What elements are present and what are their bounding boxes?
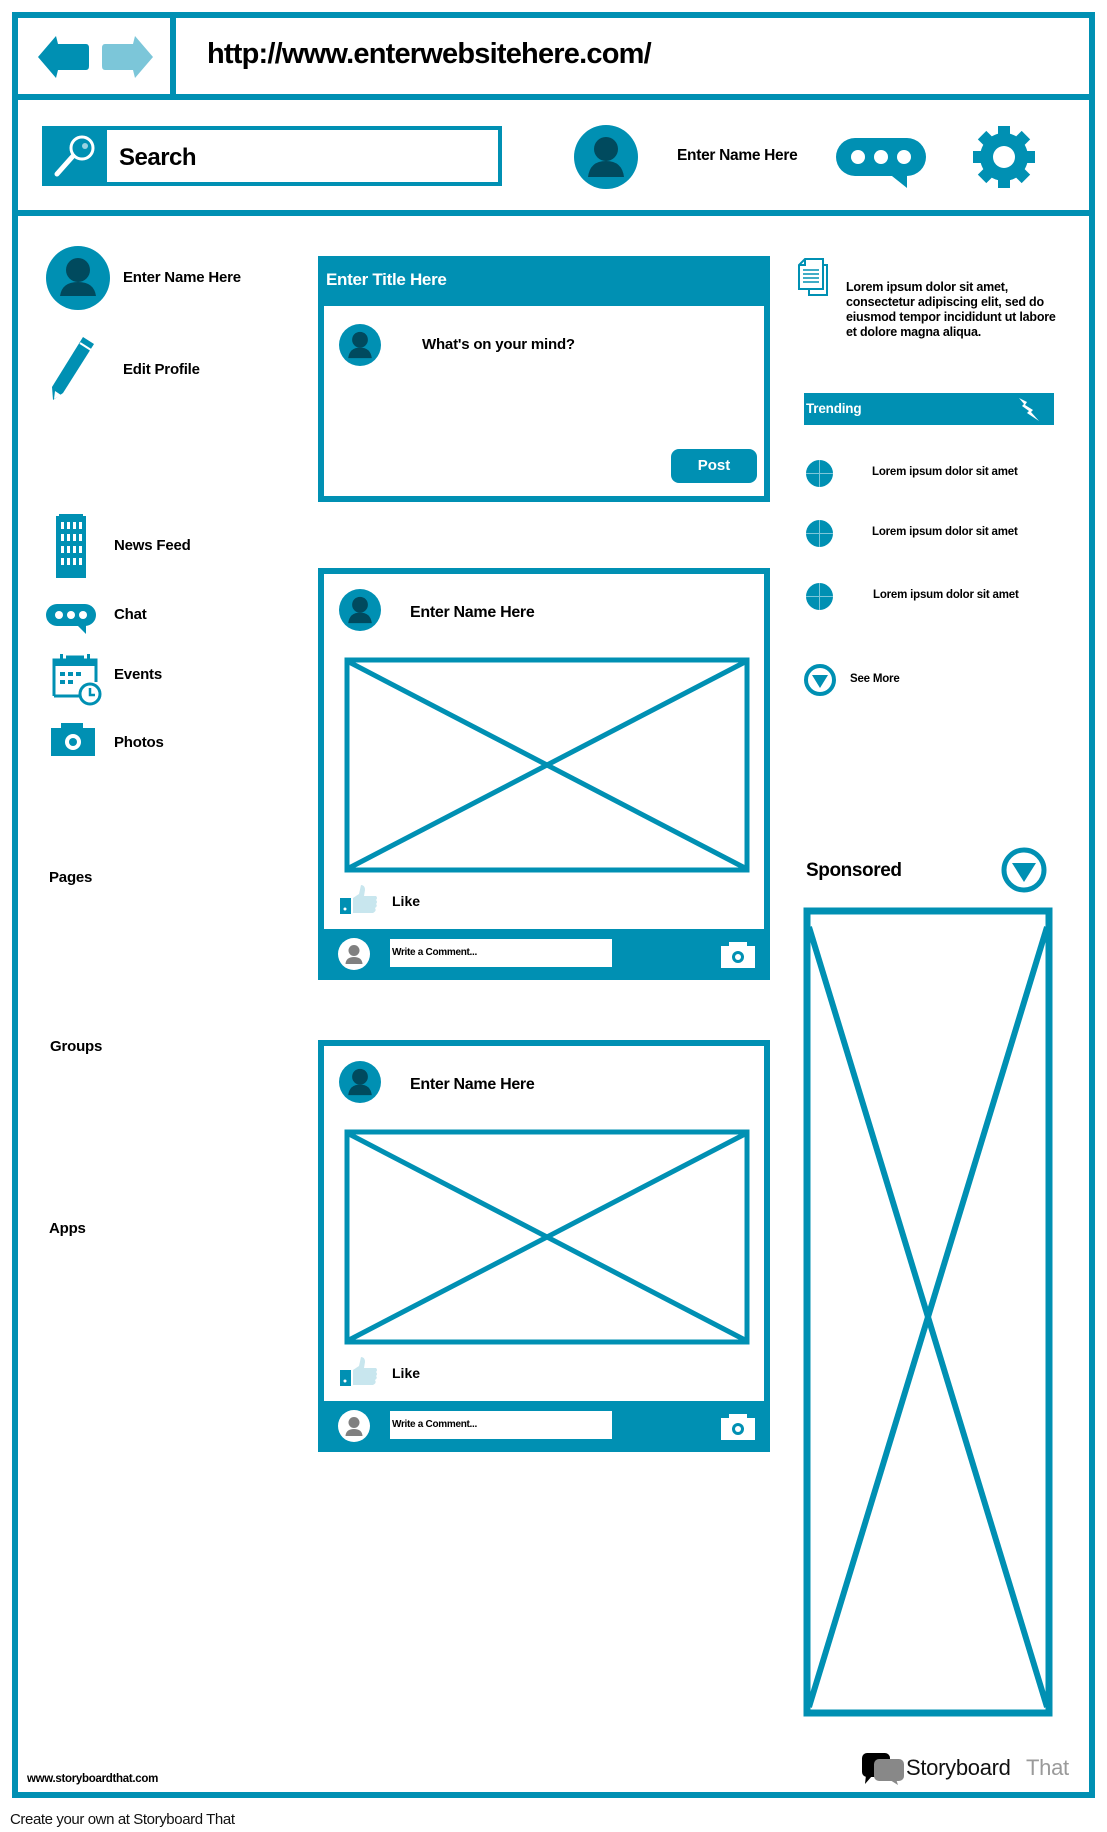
chat-bubble-icon <box>46 604 96 634</box>
sidebar-item-label: Chat <box>114 606 147 623</box>
composer-avatar <box>339 324 381 366</box>
header-user-name[interactable]: Enter Name Here <box>677 147 798 165</box>
forward-button[interactable] <box>101 34 155 80</box>
like-button[interactable]: Like <box>340 884 460 918</box>
comment-bar: Write a Comment... <box>318 929 770 980</box>
trending-header: Trending <box>804 393 1054 425</box>
search-bar[interactable]: Search <box>42 126 502 186</box>
trending-item[interactable]: Lorem ipsum dolor sit amet <box>806 582 1046 612</box>
sidebar-section-groups[interactable]: Groups <box>50 1038 102 1055</box>
feed-post: Enter Name Here Like Write a Comment... <box>318 568 770 980</box>
sidebar-profile-name[interactable]: Enter Name Here <box>123 269 241 286</box>
trending-item-text: Lorem ipsum dolor sit amet <box>873 589 1019 601</box>
sponsored-ad-placeholder[interactable] <box>803 907 1053 1717</box>
post-author-avatar[interactable] <box>339 1061 381 1103</box>
sidebar-item-news-feed[interactable]: News Feed <box>50 512 230 578</box>
commenter-avatar <box>338 938 370 970</box>
trending-item-text: Lorem ipsum dolor sit amet <box>872 466 1018 478</box>
see-more-label: See More <box>850 673 900 685</box>
trending-item[interactable]: Lorem ipsum dolor sit amet <box>806 459 1046 489</box>
logo-text-main: Storyboard <box>906 1755 1011 1780</box>
composer-input[interactable]: What's on your mind? <box>422 336 575 353</box>
sidebar-section-apps[interactable]: Apps <box>49 1220 86 1237</box>
settings-button[interactable] <box>971 124 1037 190</box>
post-author-avatar[interactable] <box>339 589 381 631</box>
composer-card: Enter Title Here What's on your mind? Po… <box>318 256 770 502</box>
camera-icon[interactable] <box>721 1413 757 1441</box>
header-divider <box>12 210 1095 216</box>
user-icon <box>588 137 624 177</box>
sponsored-title: Sponsored <box>806 860 902 881</box>
chat-bubble-icon <box>836 138 926 188</box>
trending-title: Trending <box>806 401 862 416</box>
sidebar-avatar[interactable] <box>46 246 110 310</box>
search-input[interactable]: Search <box>119 144 197 172</box>
feed-post: Enter Name Here Like Write a Comment... <box>318 1040 770 1452</box>
arrow-right-icon <box>102 36 153 78</box>
image-placeholder <box>344 657 750 873</box>
pencil-icon <box>52 337 94 400</box>
sidebar-item-label: Events <box>114 666 162 683</box>
like-button[interactable]: Like <box>340 1356 460 1390</box>
building-icon <box>56 514 86 578</box>
edit-profile-link[interactable]: Edit Profile <box>123 361 200 378</box>
see-more-button[interactable]: See More <box>803 663 923 697</box>
user-icon <box>348 596 372 624</box>
arrow-left-icon <box>38 36 89 78</box>
user-icon <box>345 945 363 964</box>
like-label: Like <box>392 1365 421 1381</box>
post-button[interactable]: Post <box>671 449 757 483</box>
header-avatar[interactable] <box>574 125 638 189</box>
globe-icon <box>806 520 833 547</box>
globe-icon <box>806 583 833 610</box>
footer-site: www.storyboardthat.com <box>27 1773 158 1785</box>
user-icon <box>348 1068 372 1096</box>
edit-profile-icon <box>50 335 100 403</box>
storyboardthat-logo: Storyboard That <box>862 1751 1084 1787</box>
globe-icon <box>806 460 833 487</box>
notice-text: Lorem ipsum dolor sit amet, consectetur … <box>846 280 1056 339</box>
sidebar-item-events[interactable]: Events <box>52 650 232 706</box>
back-button[interactable] <box>36 34 90 80</box>
chevron-down-circle-icon <box>804 664 836 696</box>
composer-title-bar: Enter Title Here <box>318 256 770 306</box>
lightning-icon <box>1019 398 1039 421</box>
camera-icon <box>51 723 95 756</box>
sidebar-item-label: News Feed <box>114 537 191 554</box>
post-author-name[interactable]: Enter Name Here <box>410 604 535 622</box>
magnifier-icon <box>54 135 95 177</box>
gear-icon <box>973 126 1035 188</box>
search-icon-box[interactable] <box>42 126 107 186</box>
thumbs-up-icon <box>340 885 377 914</box>
comment-bar: Write a Comment... <box>318 1401 770 1452</box>
like-label: Like <box>392 893 421 909</box>
user-icon <box>60 258 96 296</box>
comment-input[interactable]: Write a Comment... <box>390 1411 612 1439</box>
logo-text-light: That <box>1026 1755 1069 1780</box>
sidebar-section-pages[interactable]: Pages <box>49 869 92 886</box>
footer-caption[interactable]: Create your own at Storyboard That <box>10 1811 235 1828</box>
sidebar-item-chat[interactable]: Chat <box>46 600 226 636</box>
trending-item[interactable]: Lorem ipsum dolor sit amet <box>806 519 1046 549</box>
nav-divider <box>170 12 176 100</box>
header-chat-button[interactable] <box>835 136 927 192</box>
thumbs-up-icon <box>340 1357 377 1386</box>
user-icon <box>348 331 372 359</box>
sidebar-item-photos[interactable]: Photos <box>51 723 231 759</box>
sidebar-item-label: Photos <box>114 734 164 751</box>
trending-item-text: Lorem ipsum dolor sit amet <box>872 526 1018 538</box>
commenter-avatar <box>338 1410 370 1442</box>
post-author-name[interactable]: Enter Name Here <box>410 1076 535 1094</box>
speech-bubbles-icon <box>862 1753 904 1785</box>
sponsored-toggle-icon[interactable] <box>1000 846 1048 894</box>
calendar-clock-icon <box>52 654 102 706</box>
camera-icon[interactable] <box>721 941 757 969</box>
document-icon <box>798 258 828 296</box>
user-icon <box>345 1417 363 1436</box>
composer-title[interactable]: Enter Title Here <box>326 270 447 290</box>
comment-input[interactable]: Write a Comment... <box>390 939 612 967</box>
url-field[interactable]: http://www.enterwebsitehere.com/ <box>207 38 652 71</box>
image-placeholder <box>344 1129 750 1345</box>
